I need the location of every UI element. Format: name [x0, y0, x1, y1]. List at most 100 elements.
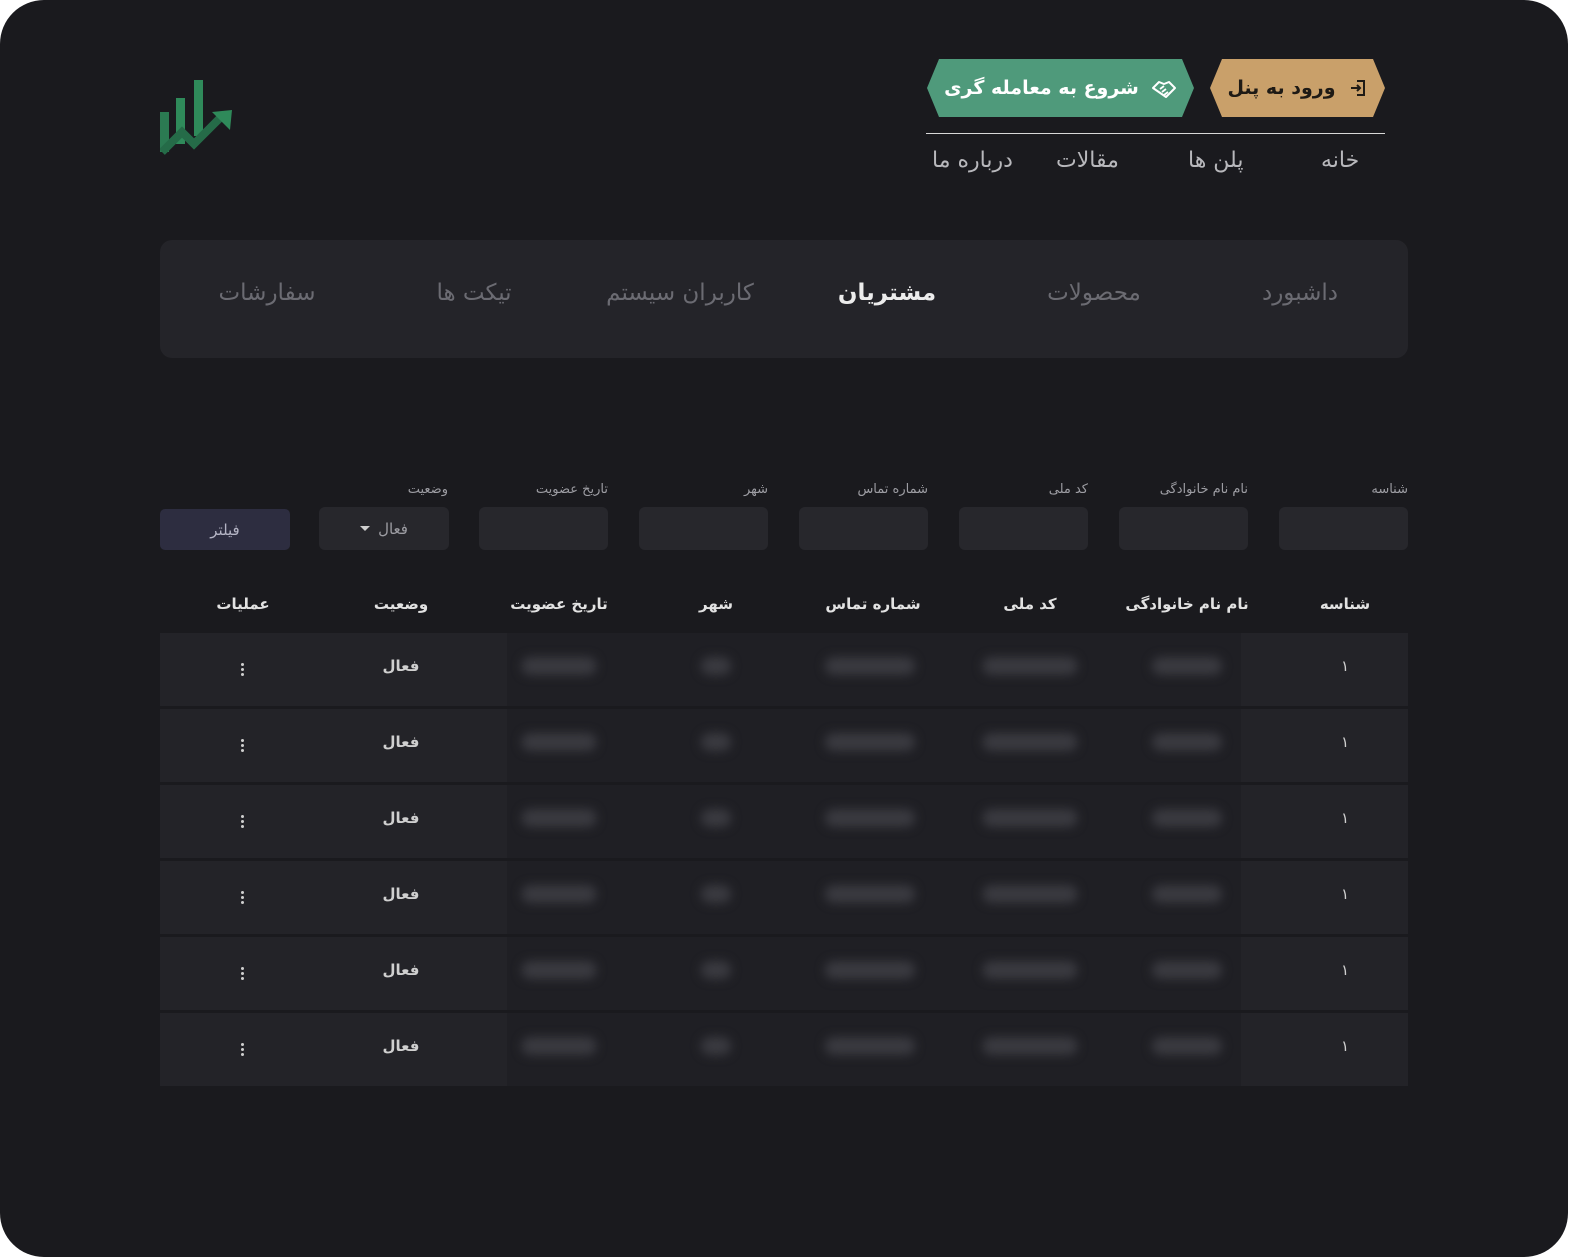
redacted-phone — [825, 961, 915, 979]
redacted-join-date — [521, 885, 597, 903]
table-row: ۱ فعال — [160, 633, 1408, 706]
filter-status-select[interactable]: فعال — [319, 507, 449, 550]
redacted-phone — [825, 657, 915, 675]
table-row: ۱ فعال — [160, 709, 1408, 782]
logo-icon — [160, 80, 232, 155]
row-id: ۱ — [1340, 733, 1350, 751]
tab-tickets[interactable]: تیکت ها — [436, 280, 511, 306]
redacted-name — [1152, 1037, 1222, 1055]
redacted-city — [701, 961, 731, 979]
filter-label-id: شناسه — [1371, 482, 1408, 497]
row-status: فعال — [382, 733, 420, 751]
filter-button[interactable]: فیلتر — [160, 509, 290, 550]
col-join-date: تاریخ عضویت — [510, 595, 608, 613]
redacted-national-code — [982, 657, 1078, 675]
redacted-phone — [825, 809, 915, 827]
handshake-icon — [1151, 77, 1177, 99]
more-options-icon[interactable] — [241, 891, 244, 905]
row-status: فعال — [382, 885, 420, 903]
nav-home[interactable]: خانه — [1321, 148, 1359, 173]
row-id: ۱ — [1340, 809, 1350, 827]
redacted-city — [701, 657, 731, 675]
tab-orders[interactable]: سفارشات — [219, 280, 316, 306]
redacted-national-code — [982, 885, 1078, 903]
filter-join-date-input[interactable] — [479, 507, 608, 550]
filter-phone-input[interactable] — [799, 507, 928, 550]
more-options-icon[interactable] — [241, 967, 244, 981]
nav-plans[interactable]: پلن ها — [1188, 148, 1243, 173]
table-row: ۱ فعال — [160, 937, 1408, 1010]
redacted-national-code — [982, 809, 1078, 827]
row-id: ۱ — [1340, 961, 1350, 979]
redacted-phone — [825, 733, 915, 751]
filter-id-input[interactable] — [1279, 507, 1408, 550]
row-id: ۱ — [1340, 885, 1350, 903]
login-panel-button[interactable]: ورود به پنل — [1210, 59, 1385, 117]
tab-products[interactable]: محصولات — [1047, 280, 1141, 306]
app-window: ورود به پنل شروع به معامله گری خانه پلن … — [0, 0, 1568, 1257]
redacted-join-date — [521, 961, 597, 979]
filter-label-national-code: کد ملی — [1048, 482, 1088, 497]
filter-name-input[interactable] — [1119, 507, 1248, 550]
tab-system-users[interactable]: کاربران سیستم — [606, 280, 754, 306]
redacted-join-date — [521, 657, 597, 675]
filter-label-name: نام نام خانوادگی — [1159, 482, 1248, 497]
col-national-code: کد ملی — [1003, 595, 1057, 613]
redacted-name — [1152, 885, 1222, 903]
filter-status-value: فعال — [378, 519, 408, 538]
redacted-join-date — [521, 733, 597, 751]
row-id: ۱ — [1340, 1037, 1350, 1055]
more-options-icon[interactable] — [241, 663, 244, 677]
caret-down-icon — [360, 526, 371, 531]
filter-label-city: شهر — [743, 482, 768, 497]
top-nav: خانه پلن ها مقالات درباره ما — [926, 148, 1385, 192]
filter-national-code-input[interactable] — [959, 507, 1088, 550]
col-name: نام نام خانوادگی — [1125, 595, 1249, 613]
login-icon — [1348, 78, 1368, 98]
redacted-name — [1152, 657, 1222, 675]
row-status: فعال — [382, 1037, 420, 1055]
table-header: شناسه نام نام خانوادگی کد ملی شماره تماس… — [160, 585, 1408, 625]
table-row: ۱ فعال — [160, 1013, 1408, 1086]
redacted-national-code — [982, 961, 1078, 979]
redacted-phone — [825, 885, 915, 903]
login-panel-label: ورود به پنل — [1227, 77, 1336, 99]
col-id: شناسه — [1319, 595, 1371, 613]
filter-label-phone: شماره تماس — [857, 482, 928, 497]
table-row: ۱ فعال — [160, 785, 1408, 858]
nav-articles[interactable]: مقالات — [1056, 148, 1119, 173]
col-phone: شماره تماس — [825, 595, 921, 613]
filter-label-status: وضعیت — [407, 482, 448, 497]
filter-label-join-date: تاریخ عضویت — [535, 482, 608, 497]
redacted-city — [701, 809, 731, 827]
section-tabs: داشبورد محصولات مشتریان کاربران سیستم تی… — [160, 240, 1408, 358]
redacted-name — [1152, 733, 1222, 751]
tab-dashboard[interactable]: داشبورد — [1262, 280, 1338, 306]
tab-customers[interactable]: مشتریان — [838, 280, 936, 306]
more-options-icon[interactable] — [241, 1043, 244, 1057]
more-options-icon[interactable] — [241, 739, 244, 753]
redacted-national-code — [982, 733, 1078, 751]
more-options-icon[interactable] — [241, 815, 244, 829]
redacted-name — [1152, 961, 1222, 979]
start-trading-button[interactable]: شروع به معامله گری — [927, 59, 1194, 117]
nav-divider — [926, 133, 1385, 134]
redacted-city — [701, 1037, 731, 1055]
filter-city-input[interactable] — [639, 507, 768, 550]
table-row: ۱ فعال — [160, 861, 1408, 934]
start-trading-label: شروع به معامله گری — [944, 77, 1139, 99]
row-id: ۱ — [1340, 657, 1350, 675]
nav-about[interactable]: درباره ما — [932, 148, 1013, 173]
row-status: فعال — [382, 961, 420, 979]
redacted-city — [701, 885, 731, 903]
redacted-name — [1152, 809, 1222, 827]
col-actions: عملیات — [216, 595, 270, 613]
redacted-city — [701, 733, 731, 751]
row-status: فعال — [382, 809, 420, 827]
redacted-national-code — [982, 1037, 1078, 1055]
row-status: فعال — [382, 657, 420, 675]
redacted-join-date — [521, 809, 597, 827]
col-city: شهر — [699, 595, 733, 613]
redacted-join-date — [521, 1037, 597, 1055]
redacted-phone — [825, 1037, 915, 1055]
